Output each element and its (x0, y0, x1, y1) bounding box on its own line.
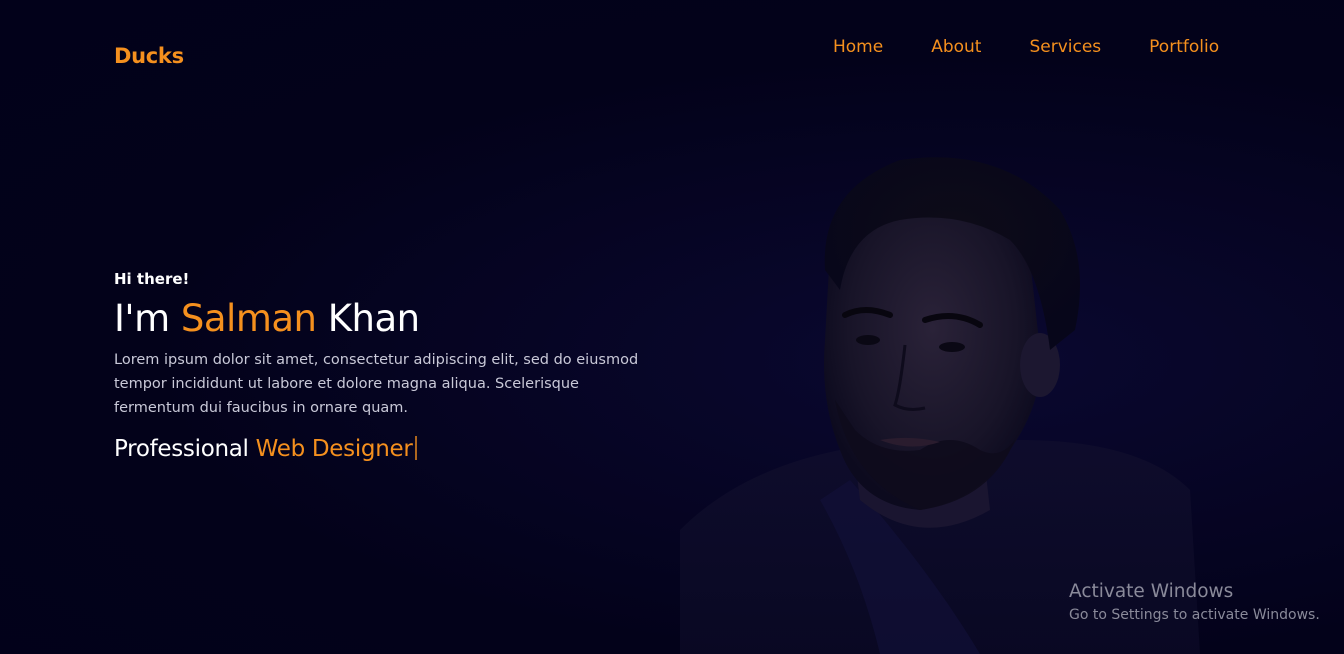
hero-role: Professional Web Designer (114, 436, 674, 462)
watermark-subtitle: Go to Settings to activate Windows. (1069, 607, 1320, 623)
name-last: Khan (316, 297, 420, 340)
hero-name: I'm Salman Khan (114, 296, 674, 342)
logo[interactable]: Ducks (114, 44, 184, 68)
role-accent: Web Designer (255, 436, 413, 462)
windows-activation-watermark: Activate Windows Go to Settings to activ… (1069, 581, 1320, 627)
typing-cursor (414, 436, 417, 460)
nav-services[interactable]: Services (1029, 36, 1101, 58)
main-nav: Home About Services Portfolio (833, 36, 1219, 58)
role-prefix: Professional (114, 436, 256, 462)
name-prefix: I'm (114, 297, 181, 340)
portrait-image (680, 157, 1200, 654)
nav-about[interactable]: About (931, 36, 981, 58)
hero-section: Hi there! I'm Salman Khan Lorem ipsum do… (114, 270, 674, 462)
hero-greeting: Hi there! (114, 270, 190, 288)
page: Ducks Home About Services Portfolio Hi t… (0, 0, 1344, 654)
name-first: Salman (180, 297, 317, 340)
nav-home[interactable]: Home (833, 36, 883, 58)
watermark-title: Activate Windows (1069, 581, 1234, 602)
hero-description: Lorem ipsum dolor sit amet, consectetur … (114, 352, 639, 416)
nav-portfolio[interactable]: Portfolio (1149, 36, 1219, 58)
